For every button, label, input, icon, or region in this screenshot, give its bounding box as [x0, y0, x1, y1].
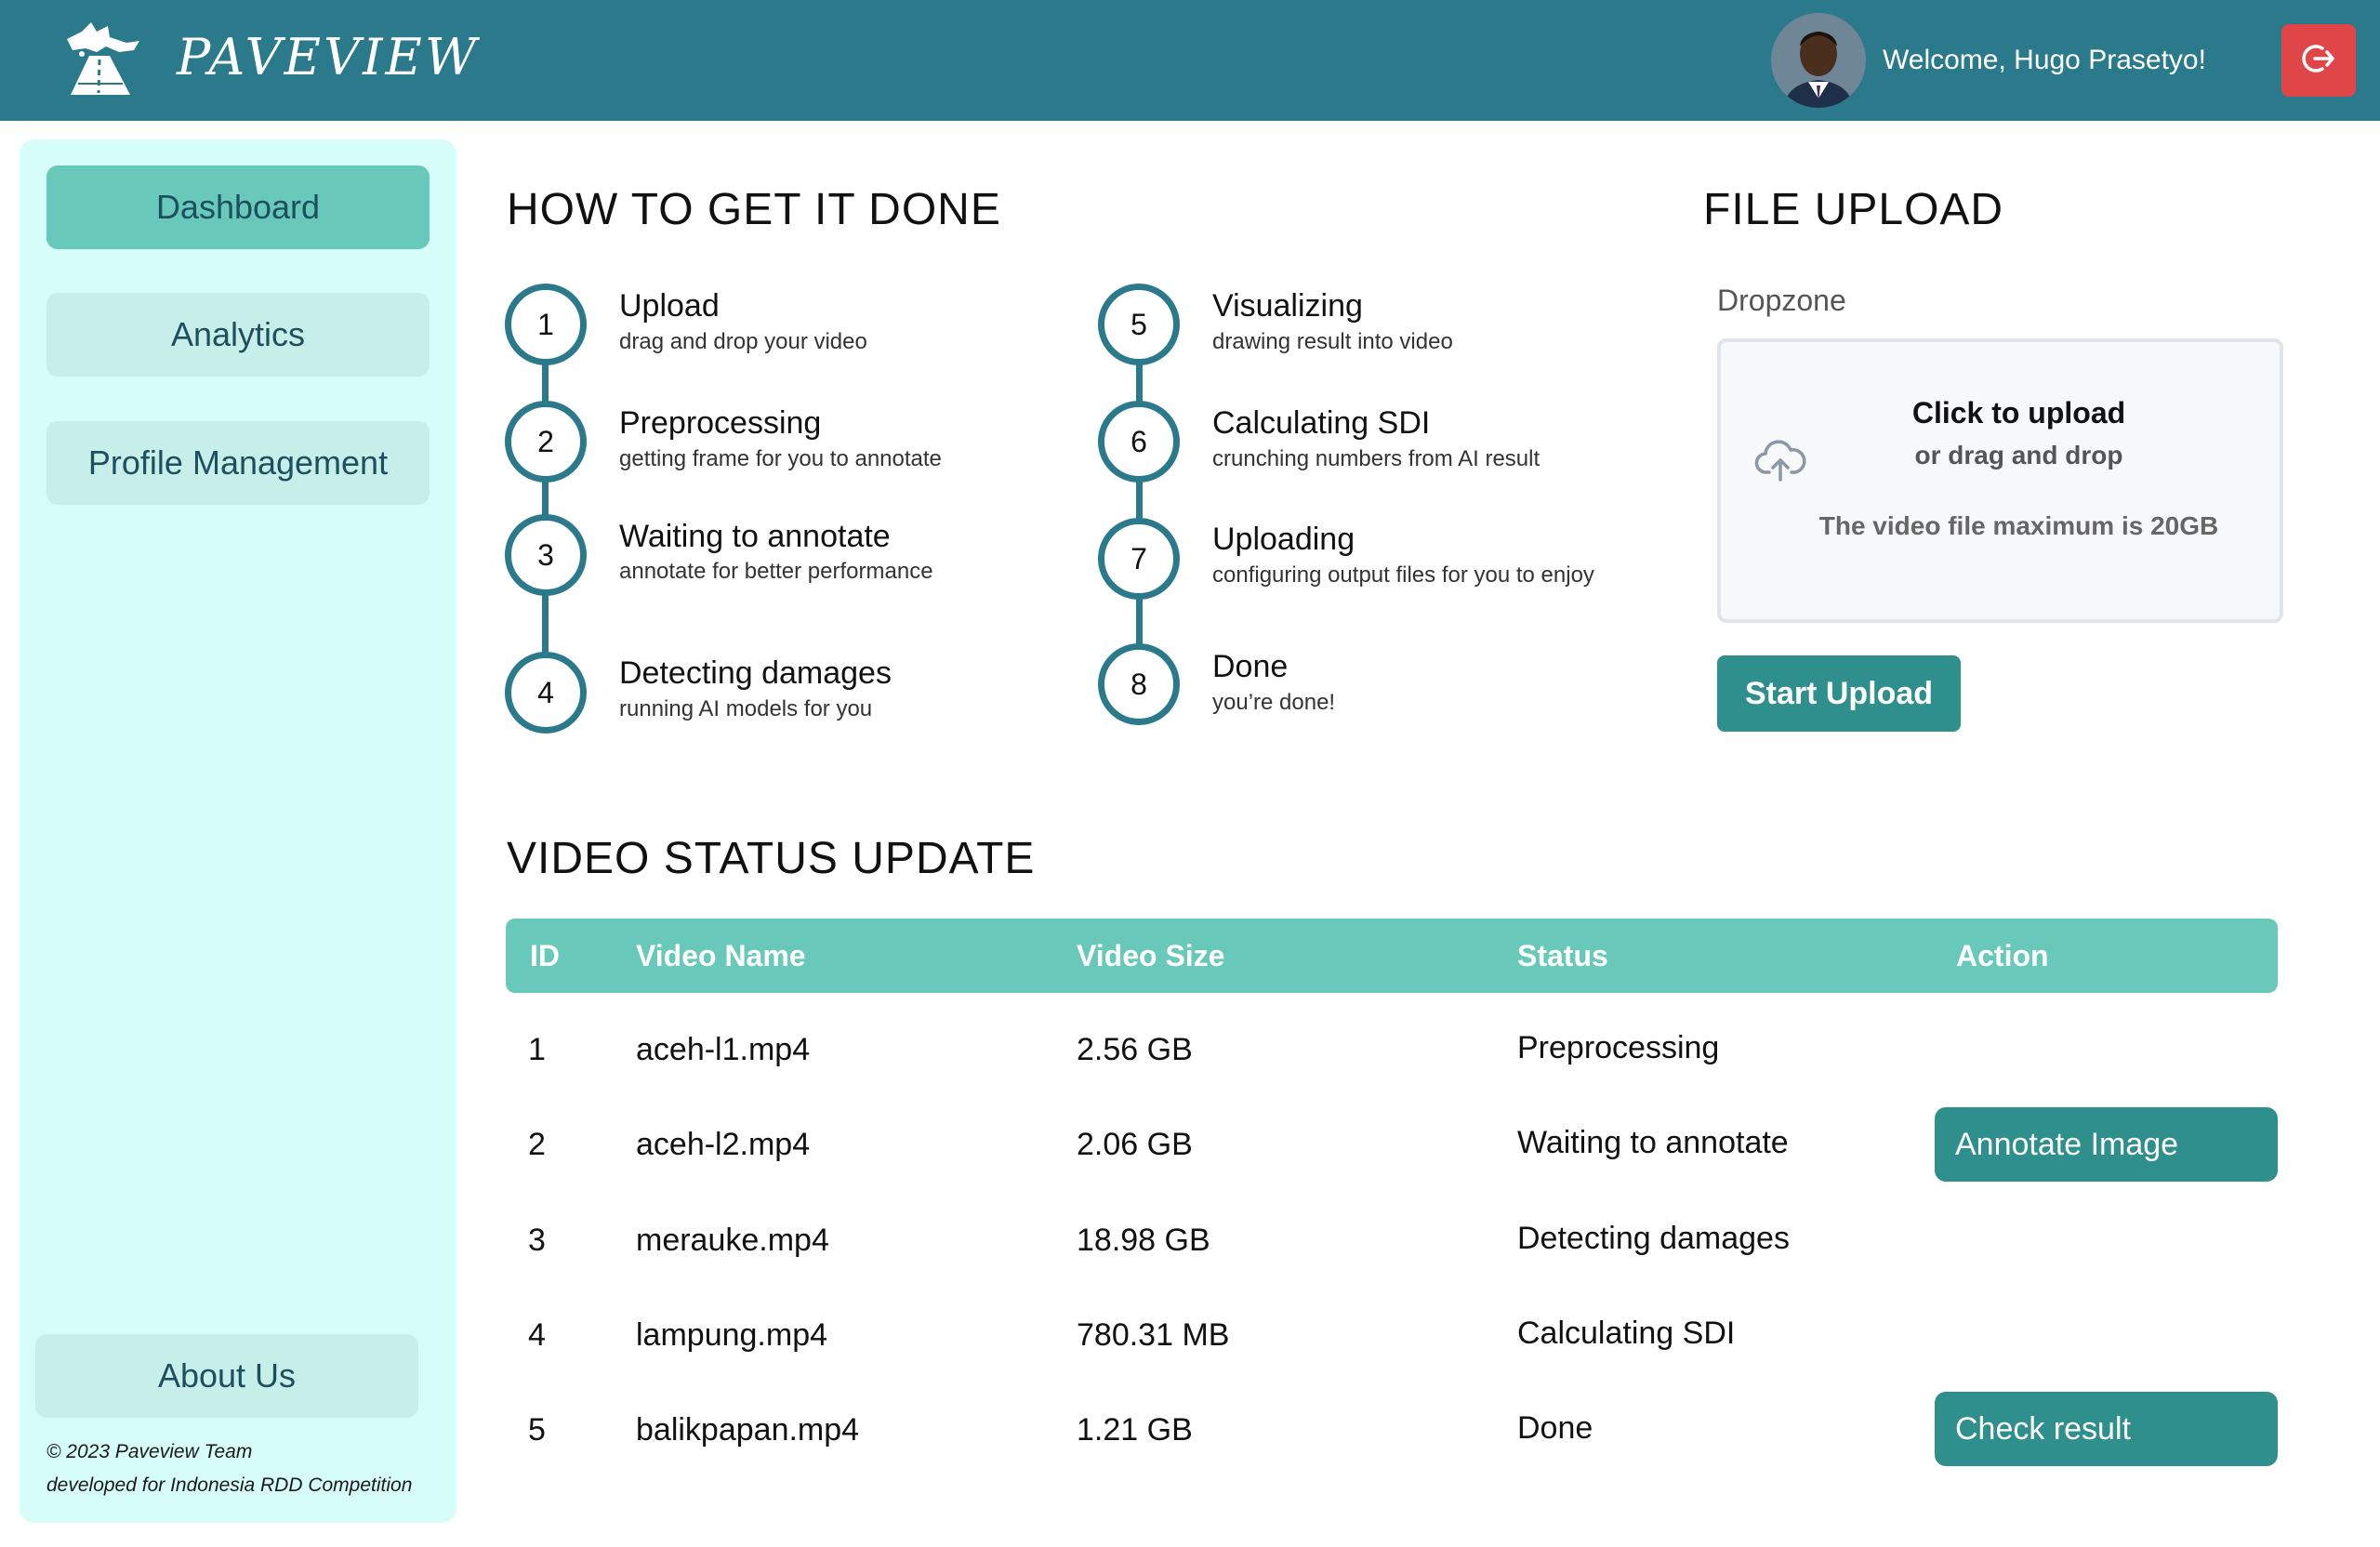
dropzone[interactable]: Click to upload or drag and drop The vid…: [1717, 338, 2283, 623]
table-header: ID Video Name Video Size Status Action: [506, 919, 2278, 993]
step-desc-7: configuring output files for you to enjo…: [1212, 562, 1594, 588]
column-header-video-name: Video Name: [636, 939, 806, 972]
max-size-text: The video file maximum is 20GB: [1818, 511, 2219, 540]
step-title-8: Done: [1212, 649, 1289, 684]
brand-name: PAVEVIEW: [177, 28, 480, 86]
sidebar-item-dashboard[interactable]: Dashboard: [46, 165, 430, 249]
step-desc-2: getting frame for you to annotate: [619, 446, 942, 471]
annotate-image-button[interactable]: Annotate Image: [1935, 1107, 2278, 1182]
cell-id: 1: [528, 1032, 546, 1067]
step-title-7: Uploading: [1212, 522, 1355, 557]
step-desc-8: you’re done!: [1212, 690, 1336, 715]
cell-id: 2: [528, 1127, 546, 1162]
cell-video-size: 2.06 GB: [1077, 1127, 1193, 1162]
credit-text: developed for Indonesia RDD Competition: [46, 1474, 413, 1496]
step-desc-4: running AI models for you: [619, 696, 873, 721]
step-desc-3: annotate for better performance: [619, 559, 933, 584]
dropzone-label: Dropzone: [1717, 284, 1846, 317]
start-upload-button[interactable]: Start Upload: [1717, 655, 1961, 732]
cell-video-name: merauke.mp4: [636, 1223, 829, 1258]
step-title-1: Upload: [619, 288, 720, 324]
step-number-6: 6: [1098, 401, 1180, 483]
cell-status: Calculating SDI: [1517, 1316, 1736, 1351]
cell-status: Waiting to annotate: [1517, 1125, 1789, 1160]
cell-video-size: 1.21 GB: [1077, 1412, 1193, 1448]
paveview-logo-icon[interactable]: [54, 19, 147, 97]
click-to-upload-text: Click to upload: [1911, 396, 2126, 430]
how-to-title: HOW TO GET IT DONE: [507, 185, 1001, 234]
column-header-action: Action: [1956, 939, 2049, 972]
cell-id: 3: [528, 1223, 546, 1258]
cell-video-name: aceh-l1.mp4: [636, 1032, 811, 1067]
timeline-line-left: [542, 325, 549, 697]
video-status-title: VIDEO STATUS UPDATE: [507, 834, 1036, 883]
cell-video-name: balikpapan.mp4: [636, 1412, 860, 1448]
step-number-2: 2: [505, 401, 587, 483]
step-number-1: 1: [505, 284, 587, 365]
cell-video-name: lampung.mp4: [636, 1317, 828, 1353]
cell-id: 4: [528, 1317, 546, 1353]
cell-status: Preprocessing: [1517, 1030, 1720, 1065]
cell-id: 5: [528, 1412, 546, 1448]
step-number-5: 5: [1098, 284, 1180, 365]
step-desc-6: crunching numbers from AI result: [1212, 446, 1540, 471]
about-us-button[interactable]: About Us: [35, 1334, 418, 1418]
logout-icon: [2300, 40, 2337, 82]
cell-status: Done: [1517, 1410, 1593, 1446]
cell-video-size: 780.31 MB: [1077, 1317, 1230, 1353]
step-title-5: Visualizing: [1212, 288, 1363, 324]
step-number-4: 4: [505, 652, 587, 734]
sidebar-item-profile-management[interactable]: Profile Management: [46, 421, 430, 505]
sidebar-item-analytics[interactable]: Analytics: [46, 293, 430, 377]
step-title-6: Calculating SDI: [1212, 405, 1431, 441]
timeline-line-right: [1136, 325, 1143, 697]
file-upload-title: FILE UPLOAD: [1703, 185, 2004, 234]
top-header: PAVEVIEW Welcome, Hugo Prasetyo!: [0, 0, 2380, 121]
step-number-7: 7: [1098, 518, 1180, 600]
step-number-3: 3: [505, 514, 587, 596]
step-number-8: 8: [1098, 643, 1180, 725]
step-title-3: Waiting to annotate: [619, 519, 891, 554]
check-result-button[interactable]: Check result: [1935, 1392, 2278, 1466]
cell-video-name: aceh-l2.mp4: [636, 1127, 811, 1162]
step-title-4: Detecting damages: [619, 655, 892, 691]
logout-button[interactable]: [2281, 24, 2356, 97]
cell-video-size: 2.56 GB: [1077, 1032, 1193, 1067]
avatar[interactable]: [1771, 13, 1866, 108]
step-desc-1: drag and drop your video: [619, 329, 867, 354]
column-header-id: ID: [530, 939, 560, 972]
welcome-text: Welcome, Hugo Prasetyo!: [1883, 45, 2206, 75]
drag-and-drop-text: or drag and drop: [1914, 441, 2123, 469]
column-header-status: Status: [1517, 939, 1608, 972]
cell-status: Detecting damages: [1517, 1221, 1790, 1256]
column-header-video-size: Video Size: [1077, 939, 1225, 972]
cell-video-size: 18.98 GB: [1077, 1223, 1210, 1258]
sidebar: Dashboard Analytics Profile Management A…: [20, 139, 456, 1523]
copyright-text: © 2023 Paveview Team: [46, 1441, 253, 1462]
step-desc-5: drawing result into video: [1212, 329, 1453, 354]
step-title-2: Preprocessing: [619, 405, 822, 441]
